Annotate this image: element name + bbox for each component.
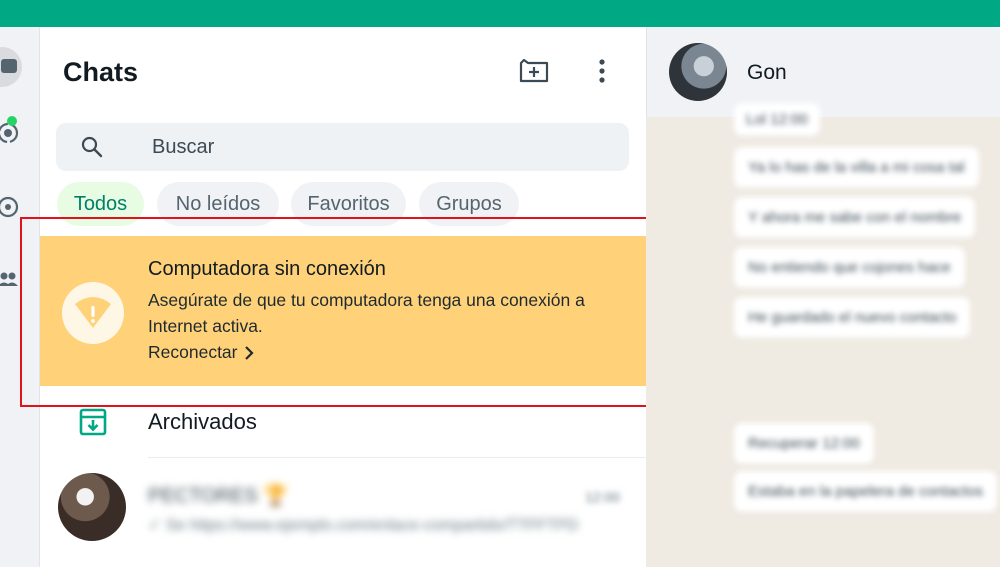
new-chat-icon bbox=[519, 59, 549, 83]
rail-chats-button[interactable] bbox=[0, 47, 22, 87]
message-bubble: Y ahora me sabe con el nombre bbox=[734, 197, 976, 238]
rail-communities-button[interactable] bbox=[0, 259, 22, 299]
top-accent-bar bbox=[0, 0, 1000, 27]
message-bubble: He guardado el nuevo contacto bbox=[734, 297, 971, 338]
message-bubble: No entiendo que cojones hace bbox=[734, 247, 965, 288]
page-title: Chats bbox=[63, 57, 139, 87]
archive-icon bbox=[79, 408, 107, 436]
archived-label: Archivados bbox=[148, 409, 257, 434]
message-bubble: Lol 12:00 bbox=[734, 103, 820, 136]
contact-name: Gon bbox=[747, 61, 787, 84]
list-divider bbox=[148, 457, 646, 458]
contact-avatar[interactable] bbox=[669, 43, 727, 101]
rail-channels-button[interactable] bbox=[0, 187, 22, 227]
message-bubble: Recuperar 12:00 bbox=[734, 423, 874, 464]
chat-item-name: PECTORES 🏆 bbox=[148, 485, 289, 507]
search-bar bbox=[56, 123, 629, 171]
communities-icon bbox=[0, 272, 18, 286]
message-list: Lol 12:00 Ya lo has de la villa a mi cos… bbox=[646, 103, 1000, 567]
highlight-annotation-box bbox=[20, 217, 699, 407]
conversation-pane: Gon Lol 12:00 Ya lo has de la villa a mi… bbox=[646, 27, 1000, 567]
message-bubble: Ya lo has de la villa a mi cosa tal bbox=[734, 147, 979, 188]
conversation-header[interactable]: Gon bbox=[646, 27, 1000, 117]
status-unread-dot bbox=[7, 116, 17, 126]
chat-item-preview: ✓ Se https://www.ejemplo.com/enlace-comp… bbox=[148, 517, 579, 534]
kebab-menu-icon bbox=[599, 59, 605, 83]
new-chat-button[interactable] bbox=[514, 57, 554, 87]
avatar bbox=[58, 473, 126, 541]
chat-item-time: 12:00 bbox=[585, 489, 621, 505]
chat-list-item[interactable]: PECTORES 🏆 12:00 ✓ Se https://www.ejempl… bbox=[40, 467, 646, 547]
search-input[interactable] bbox=[152, 123, 612, 171]
channels-icon bbox=[0, 196, 19, 218]
chats-icon bbox=[1, 59, 17, 73]
menu-button[interactable] bbox=[590, 55, 614, 87]
search-icon bbox=[81, 136, 103, 158]
message-bubble: Estaba en la papelera de contactos bbox=[734, 471, 998, 512]
